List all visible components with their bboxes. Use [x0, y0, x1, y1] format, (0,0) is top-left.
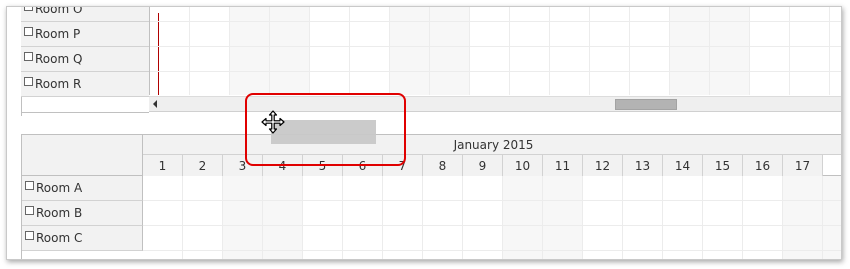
- grid-row: [143, 226, 841, 251]
- row-checkbox[interactable]: [24, 51, 33, 61]
- day-header-cell: 1: [143, 155, 183, 176]
- row-checkbox[interactable]: [25, 180, 34, 190]
- row-label: Room Q: [35, 52, 83, 66]
- day-header-cell: 8: [423, 155, 463, 176]
- header-corner: [22, 135, 143, 176]
- row-label: Room O: [35, 6, 83, 16]
- grid-row: [143, 201, 841, 226]
- top-row-header-bottom-border: [21, 112, 149, 113]
- day-header-cell: 9: [463, 155, 503, 176]
- move-cursor-icon: [261, 110, 285, 134]
- row-label: Room P: [35, 27, 81, 41]
- row-header-room-o[interactable]: Room O: [21, 6, 149, 22]
- scheduler-frame: Room O Room P Room Q Room R January 2015…: [6, 6, 842, 260]
- scroll-left-arrow-icon[interactable]: [153, 100, 157, 108]
- row-label: Room C: [36, 231, 83, 245]
- top-scheduler-grid[interactable]: [149, 7, 841, 97]
- day-header-cell: 15: [703, 155, 743, 176]
- row-label: Room A: [36, 181, 83, 195]
- row-header-room-p[interactable]: Room P: [21, 22, 149, 47]
- day-header-cell: 12: [583, 155, 623, 176]
- scrollbar-thumb[interactable]: [615, 99, 677, 110]
- row-header-room-c[interactable]: Room C: [22, 226, 143, 251]
- row-header-room-b[interactable]: Room B: [22, 201, 143, 226]
- row-checkbox[interactable]: [24, 26, 33, 36]
- day-header-cell: 10: [503, 155, 543, 176]
- row-label: Room R: [35, 77, 82, 91]
- row-header-room-r[interactable]: Room R: [21, 72, 149, 97]
- bottom-row-headers: Room A Room B Room C: [22, 176, 143, 251]
- row-checkbox[interactable]: [24, 7, 33, 11]
- bottom-scheduler: January 2015 1 2 3 4 5 6 7 8 9 10 11 12 13 14 15 16 17 R…: [21, 134, 841, 259]
- day-header-cell: 13: [623, 155, 663, 176]
- day-header-cell: 11: [543, 155, 583, 176]
- row-header-room-a[interactable]: Room A: [22, 176, 143, 201]
- day-header-cell: 16: [743, 155, 783, 176]
- day-header-cell: 14: [663, 155, 703, 176]
- row-header-room-q[interactable]: Room Q: [21, 47, 149, 72]
- bottom-scheduler-grid[interactable]: [143, 176, 841, 259]
- day-header-cell: 2: [183, 155, 223, 176]
- top-row-headers: Room O Room P Room Q Room R: [21, 6, 149, 97]
- row-checkbox[interactable]: [24, 76, 33, 86]
- row-checkbox[interactable]: [25, 205, 34, 215]
- grid-row: [143, 176, 841, 201]
- grid-row: [150, 7, 841, 22]
- row-checkbox[interactable]: [25, 230, 34, 240]
- grid-row: [150, 22, 841, 47]
- day-header-cell: 17: [783, 155, 823, 176]
- grid-row: [150, 47, 841, 72]
- row-label: Room B: [36, 206, 83, 220]
